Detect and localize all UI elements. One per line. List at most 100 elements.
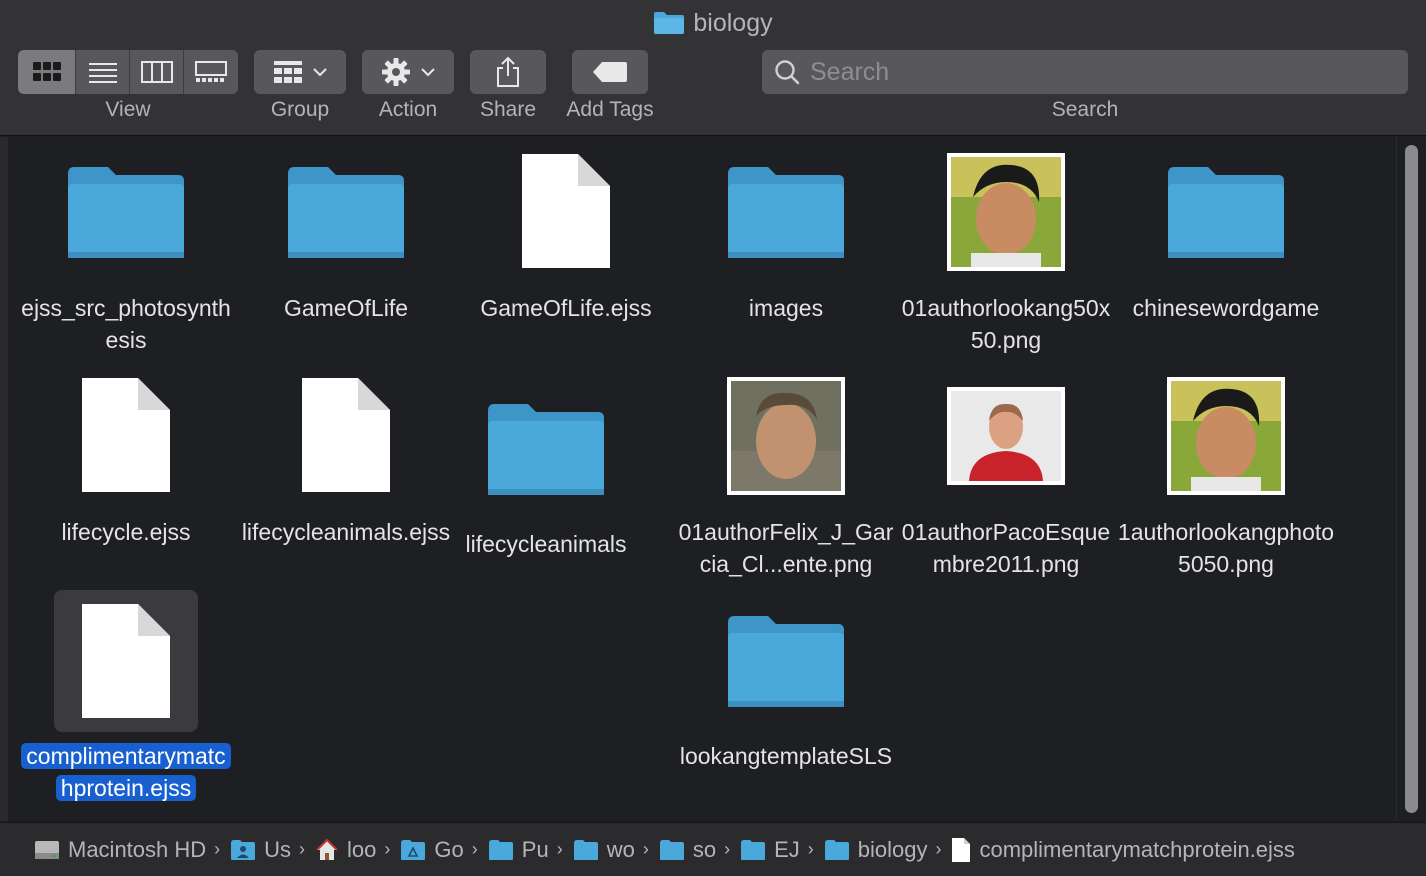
window-title: biology — [0, 6, 1426, 40]
path-label: Go — [434, 836, 464, 862]
file-name: 1authorlookangphoto5050.png — [1117, 519, 1335, 577]
path-item-home[interactable]: loo › — [315, 837, 394, 863]
chevron-right-icon: › — [471, 839, 478, 859]
path-label: EJ — [774, 836, 800, 862]
document-icon — [952, 837, 971, 862]
chevron-right-icon: › — [384, 839, 391, 859]
photo-thumbnail-icon — [947, 387, 1065, 485]
path-item-pu[interactable]: Pu › — [488, 837, 567, 863]
folder-icon — [1166, 157, 1286, 267]
search-label: Search — [1051, 98, 1119, 121]
share-button-face[interactable] — [470, 50, 546, 94]
tag-icon — [593, 62, 627, 82]
folder-icon — [573, 839, 598, 860]
search-icon — [775, 60, 800, 85]
path-item-biology[interactable]: biology › — [824, 837, 946, 863]
gallery-view-button[interactable] — [184, 50, 238, 94]
share-button[interactable] — [470, 50, 546, 94]
path-label: Pu — [521, 836, 549, 862]
document-icon — [80, 375, 172, 495]
file-name: 01authorlookang50x50.png — [901, 295, 1111, 353]
path-bar: Macintosh HD › Us › loo › Go › Pu › wo › — [0, 822, 1426, 876]
gear-icon — [382, 58, 410, 86]
share-label: Share — [479, 98, 537, 121]
columns-icon — [140, 61, 173, 83]
list-view-button[interactable] — [76, 50, 130, 94]
drive-folder-icon — [401, 839, 426, 860]
chevron-right-icon: › — [299, 839, 306, 859]
folder-icon — [488, 839, 513, 860]
file-name: chinesewordgame — [1132, 295, 1320, 321]
grid-icon — [32, 62, 61, 81]
path-label: complimentarymatchprotein.ejss — [979, 836, 1295, 862]
chevron-down-icon — [313, 68, 327, 77]
path-label: Macintosh HD — [68, 836, 207, 862]
file-name: 01authorPacoEsquembre2011.png — [901, 519, 1111, 577]
action-button[interactable] — [362, 50, 454, 94]
window-title-text: biology — [693, 8, 773, 37]
file-name: GameOfLife — [284, 295, 408, 321]
add-tags-label: Add Tags — [566, 98, 654, 121]
folder-icon — [486, 399, 606, 499]
folder-icon — [66, 157, 186, 267]
group-button[interactable] — [254, 50, 346, 94]
action-label: Action — [378, 98, 438, 121]
group-label: Group — [270, 98, 330, 121]
file-name: lookangtemplateSLS — [679, 743, 893, 769]
view-mode-control — [18, 50, 238, 94]
scrollbar-thumb[interactable] — [1405, 145, 1418, 813]
path-label: Us — [264, 836, 292, 862]
document-icon — [520, 151, 612, 271]
add-tags-button[interactable] — [572, 50, 648, 94]
finder-window: biology View Group Action Share Add Tags… — [0, 0, 1426, 876]
file-name: lifecycle.ejss — [61, 519, 191, 545]
path-label: loo — [347, 836, 377, 862]
list-icon — [88, 63, 117, 83]
chevron-down-icon — [421, 68, 435, 77]
path-label: biology — [857, 836, 928, 862]
folder-icon — [654, 12, 685, 34]
path-item-wo[interactable]: wo › — [573, 837, 653, 863]
column-view-button[interactable] — [130, 50, 184, 94]
folder-icon — [659, 839, 684, 860]
share-icon — [497, 56, 519, 87]
chevron-right-icon: › — [935, 839, 942, 859]
path-item-macintosh-hd[interactable]: Macintosh HD › — [34, 837, 224, 863]
folder-icon — [824, 839, 849, 860]
file-name: lifecycleanimals.ejss — [241, 519, 451, 545]
file-grid: ejss_src_photosynthesis GameOfLife GameO… — [8, 137, 1394, 821]
file-name-selected: complimentarymatchprotein.ejss — [16, 740, 236, 804]
search-input[interactable] — [810, 57, 1390, 87]
path-item-google-drive[interactable]: Go › — [400, 837, 481, 863]
file-name: images — [748, 295, 824, 321]
path-item-current-file[interactable]: complimentarymatchprotein.ejss — [951, 836, 1295, 863]
document-icon — [300, 375, 392, 495]
chevron-right-icon: › — [724, 839, 731, 859]
photo-thumbnail-icon — [947, 153, 1065, 271]
file-name: GameOfLife.ejss — [480, 295, 652, 321]
folder-icon — [286, 157, 406, 267]
add-tags-button-face[interactable] — [572, 50, 648, 94]
users-folder-icon — [231, 839, 256, 860]
photo-thumbnail-icon — [727, 377, 845, 495]
folder-icon — [726, 157, 846, 267]
path-item-users[interactable]: Us › — [230, 837, 309, 863]
search-field[interactable] — [762, 50, 1408, 94]
group-button-face[interactable] — [254, 50, 346, 94]
chevron-right-icon: › — [556, 839, 563, 859]
path-item-so[interactable]: so › — [659, 837, 734, 863]
icon-view-button[interactable] — [18, 50, 76, 94]
chevron-right-icon: › — [807, 839, 814, 859]
view-label: View — [105, 98, 151, 121]
chevron-right-icon: › — [642, 839, 649, 859]
photo-thumbnail-icon — [1167, 377, 1285, 495]
vertical-scrollbar[interactable] — [1396, 137, 1426, 821]
home-icon — [316, 838, 338, 860]
path-label: so — [692, 836, 717, 862]
gallery-icon — [195, 61, 227, 82]
path-item-ej[interactable]: EJ › — [740, 837, 818, 863]
action-button-face[interactable] — [362, 50, 454, 94]
file-name: lifecycleanimals — [465, 531, 627, 557]
sidebar-edge — [0, 137, 8, 821]
document-icon — [54, 590, 198, 732]
